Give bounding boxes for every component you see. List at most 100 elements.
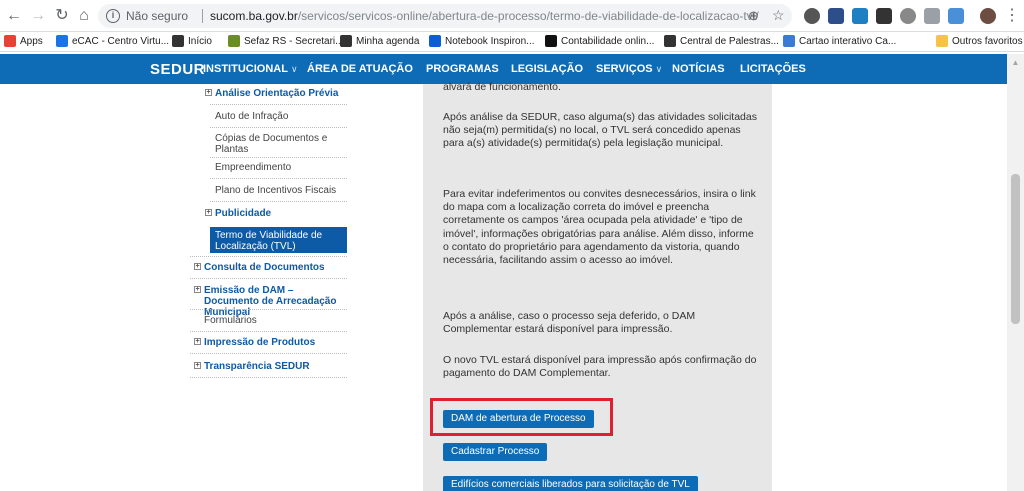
forward-icon[interactable]: → [28, 6, 48, 26]
sidebar-item-label: Publicidade [215, 208, 272, 219]
profile-avatar[interactable] [980, 8, 996, 24]
address-bar[interactable]: i Não seguro sucom.ba.gov.br/servicos/se… [98, 4, 792, 28]
divider [190, 353, 347, 354]
sidebar-item-consulta[interactable]: + Consulta de Documentos [194, 262, 325, 273]
expand-icon[interactable]: + [194, 286, 201, 293]
bookmark-ecac[interactable]: eCAC - Centro Virtu... [56, 35, 169, 47]
bookmark-label: Minha agenda [356, 35, 420, 47]
apps-grid-icon [4, 35, 16, 47]
bookmark-inicio[interactable]: Início [172, 35, 212, 47]
paragraph: Para evitar indeferimentos ou convites d… [443, 188, 756, 267]
sidebar-item-analise[interactable]: + Análise Orientação Prévia [205, 88, 339, 99]
sidebar-item-label: Impressão de Produtos [204, 337, 316, 348]
divider [210, 201, 347, 202]
sidebar-item-impressao[interactable]: + Impressão de Produtos [194, 337, 316, 348]
sidebar-item-label: Análise Orientação Prévia [215, 88, 339, 99]
paragraph: Após análise da SEDUR, caso alguma(s) da… [443, 111, 757, 150]
sidebar-item-formularios[interactable]: Formulários [204, 315, 257, 326]
sidebar-item-empreendimento[interactable]: Empreendimento [215, 162, 291, 173]
sefaz-icon [228, 35, 240, 47]
sidebar-item-emissao-dam[interactable]: + Emissão de DAM – Documento de Arrecadaç… [194, 285, 344, 318]
paragraph: alvará de funcionamento. [443, 81, 561, 93]
bookmarks-bar: Apps eCAC - Centro Virtu... Início Sefaz… [0, 32, 1024, 52]
extension-icon-4[interactable] [876, 8, 892, 24]
info-icon[interactable]: i [106, 9, 120, 23]
extension-icon-1[interactable] [804, 8, 820, 24]
ecac-icon [56, 35, 68, 47]
divider [190, 309, 347, 310]
sidebar-item-publicidade[interactable]: + Publicidade [205, 208, 272, 219]
bookmark-star-icon[interactable]: ☆ [772, 7, 785, 24]
dell-icon [429, 35, 441, 47]
divider [190, 377, 347, 378]
bookmark-contabilidade[interactable]: Contabilidade onlin... [545, 35, 654, 47]
reload-icon[interactable]: ↻ [52, 6, 72, 26]
extension-icon-2[interactable] [828, 8, 844, 24]
globe-icon [172, 35, 184, 47]
bookmark-label: Sefaz RS - Secretari... [244, 35, 344, 47]
back-icon[interactable]: ← [4, 6, 24, 26]
bookmark-notebook[interactable]: Notebook Inspiron... [429, 35, 535, 47]
expand-icon[interactable]: + [205, 209, 212, 216]
divider [210, 178, 347, 179]
bookmark-label: Contabilidade onlin... [561, 35, 655, 47]
menu-label: INSTITUCIONAL [203, 63, 288, 75]
url-path: /servicos/servicos-online/abertura-de-pr… [297, 9, 759, 23]
extension-icon-7[interactable] [948, 8, 964, 24]
bookmark-apps[interactable]: Apps [4, 35, 43, 47]
bookmark-label: Início [188, 35, 212, 47]
menu-programas[interactable]: PROGRAMAS [426, 63, 499, 75]
menu-institucional[interactable]: INSTITUCIONAL ∨ [203, 63, 298, 75]
home-icon[interactable]: ⌂ [74, 6, 94, 26]
bookmark-label: Central de Palestras... [680, 35, 779, 47]
globe-icon [664, 35, 676, 47]
sidebar-item-label: Transparência SEDUR [204, 361, 310, 372]
menu-servicos[interactable]: SERVIÇOS ∨ [596, 63, 662, 75]
divider [190, 278, 347, 279]
expand-icon[interactable]: + [205, 89, 212, 96]
omnibox-separator [202, 9, 203, 23]
expand-icon[interactable]: + [194, 338, 201, 345]
highlight-box [430, 398, 613, 436]
bookmark-agenda[interactable]: Minha agenda [340, 35, 419, 47]
divider [190, 256, 347, 257]
bookmark-sefaz[interactable]: Sefaz RS - Secretari... [228, 35, 343, 47]
menu-area-de-atuacao[interactable]: ÁREA DE ATUAÇÃO [307, 63, 413, 75]
menu-legislacao[interactable]: LEGISLAÇÃO [511, 63, 583, 75]
divider [210, 157, 347, 158]
card-icon [783, 35, 795, 47]
edificios-comerciais-button[interactable]: Edifícios comerciais liberados para soli… [443, 476, 698, 491]
sidebar-item-auto-infracao[interactable]: Auto de Infração [215, 111, 288, 122]
site-logo[interactable]: SEDUR [150, 61, 205, 78]
expand-icon[interactable]: + [194, 362, 201, 369]
menu-dots-icon[interactable]: ⋮ [1002, 6, 1022, 26]
bookmark-outros[interactable]: Outros favoritos [936, 35, 1023, 47]
url-text[interactable]: sucom.ba.gov.br/servicos/servicos-online… [210, 9, 759, 23]
bookmark-label: eCAC - Centro Virtu... [72, 35, 170, 47]
url-host: sucom.ba.gov.br [210, 9, 298, 23]
sidebar-item-copias[interactable]: Cópias de Documentos e Plantas [215, 133, 340, 155]
menu-noticias[interactable]: NOTÍCIAS [672, 63, 725, 75]
extension-icon-5[interactable] [900, 8, 916, 24]
divider [190, 331, 347, 332]
expand-icon[interactable]: + [194, 263, 201, 270]
browser-toolbar: ← → ↻ ⌂ i Não seguro sucom.ba.gov.br/ser… [0, 0, 1024, 32]
zoom-icon[interactable]: ⊕ [748, 8, 759, 24]
scroll-up-icon[interactable]: ▲ [1007, 54, 1024, 71]
chevron-down-icon: ∨ [290, 64, 298, 74]
bookmark-palestras[interactable]: Central de Palestras... [664, 35, 779, 47]
bookmark-cartao[interactable]: Cartao interativo Ca... [783, 35, 896, 47]
sidebar-item-transparencia[interactable]: + Transparência SEDUR [194, 361, 310, 372]
sidebar-item-tvl[interactable]: Termo de Viabilidade de Localização (TVL… [215, 230, 343, 252]
sidebar-item-plano-incentivos[interactable]: Plano de Incentivos Fiscais [215, 185, 336, 196]
contabilidade-icon [545, 35, 557, 47]
extension-icon-3[interactable] [852, 8, 868, 24]
cadastrar-processo-button[interactable]: Cadastrar Processo [443, 443, 548, 461]
scroll-thumb[interactable] [1011, 174, 1020, 324]
divider [210, 127, 347, 128]
extension-icon-6[interactable] [924, 8, 940, 24]
page-scrollbar[interactable]: ▲ [1007, 54, 1024, 491]
bookmark-label: Outros favoritos [952, 35, 1023, 47]
bookmark-label: Apps [20, 35, 43, 47]
menu-licitacoes[interactable]: LICITAÇÕES [740, 63, 806, 75]
